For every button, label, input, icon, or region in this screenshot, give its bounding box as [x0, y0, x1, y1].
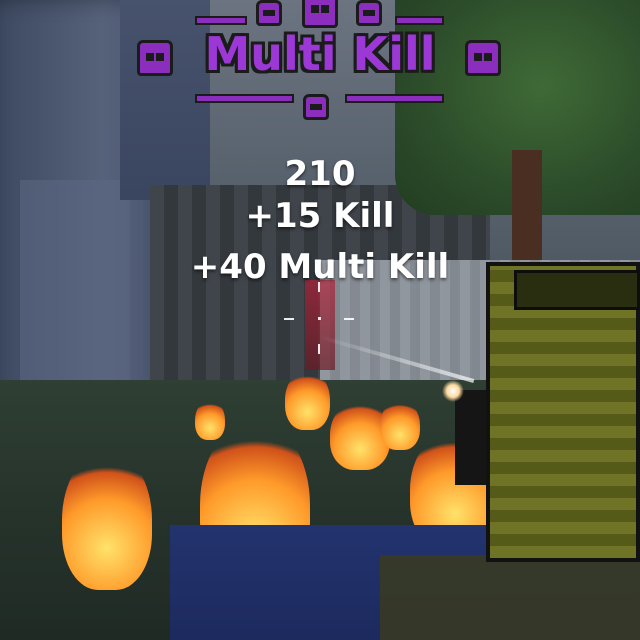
crosshair-bottom [318, 344, 320, 354]
crosshair-left [284, 318, 294, 320]
skull-icon [256, 0, 282, 26]
score-kill-bonus: +15 Kill [245, 196, 395, 236]
multi-kill-title: Multi Kill [204, 27, 436, 81]
score-total: 210 [284, 154, 356, 194]
crosshair-right [344, 318, 354, 320]
skull-icon [303, 94, 329, 120]
crosshair-top [318, 282, 320, 292]
crosshair-center [318, 317, 321, 320]
banner-divider [195, 16, 247, 25]
skull-icon [356, 0, 382, 26]
banner-divider [395, 16, 444, 25]
skull-icon [302, 0, 338, 28]
banner-divider [345, 94, 444, 103]
multi-kill-banner: Multi Kill [0, 0, 640, 140]
crosshair-icon [282, 282, 358, 358]
banner-divider [195, 94, 294, 103]
hud-overlay: Multi Kill 210 +15 Kill +40 Multi Kill [0, 0, 640, 640]
skull-icon [465, 40, 501, 76]
